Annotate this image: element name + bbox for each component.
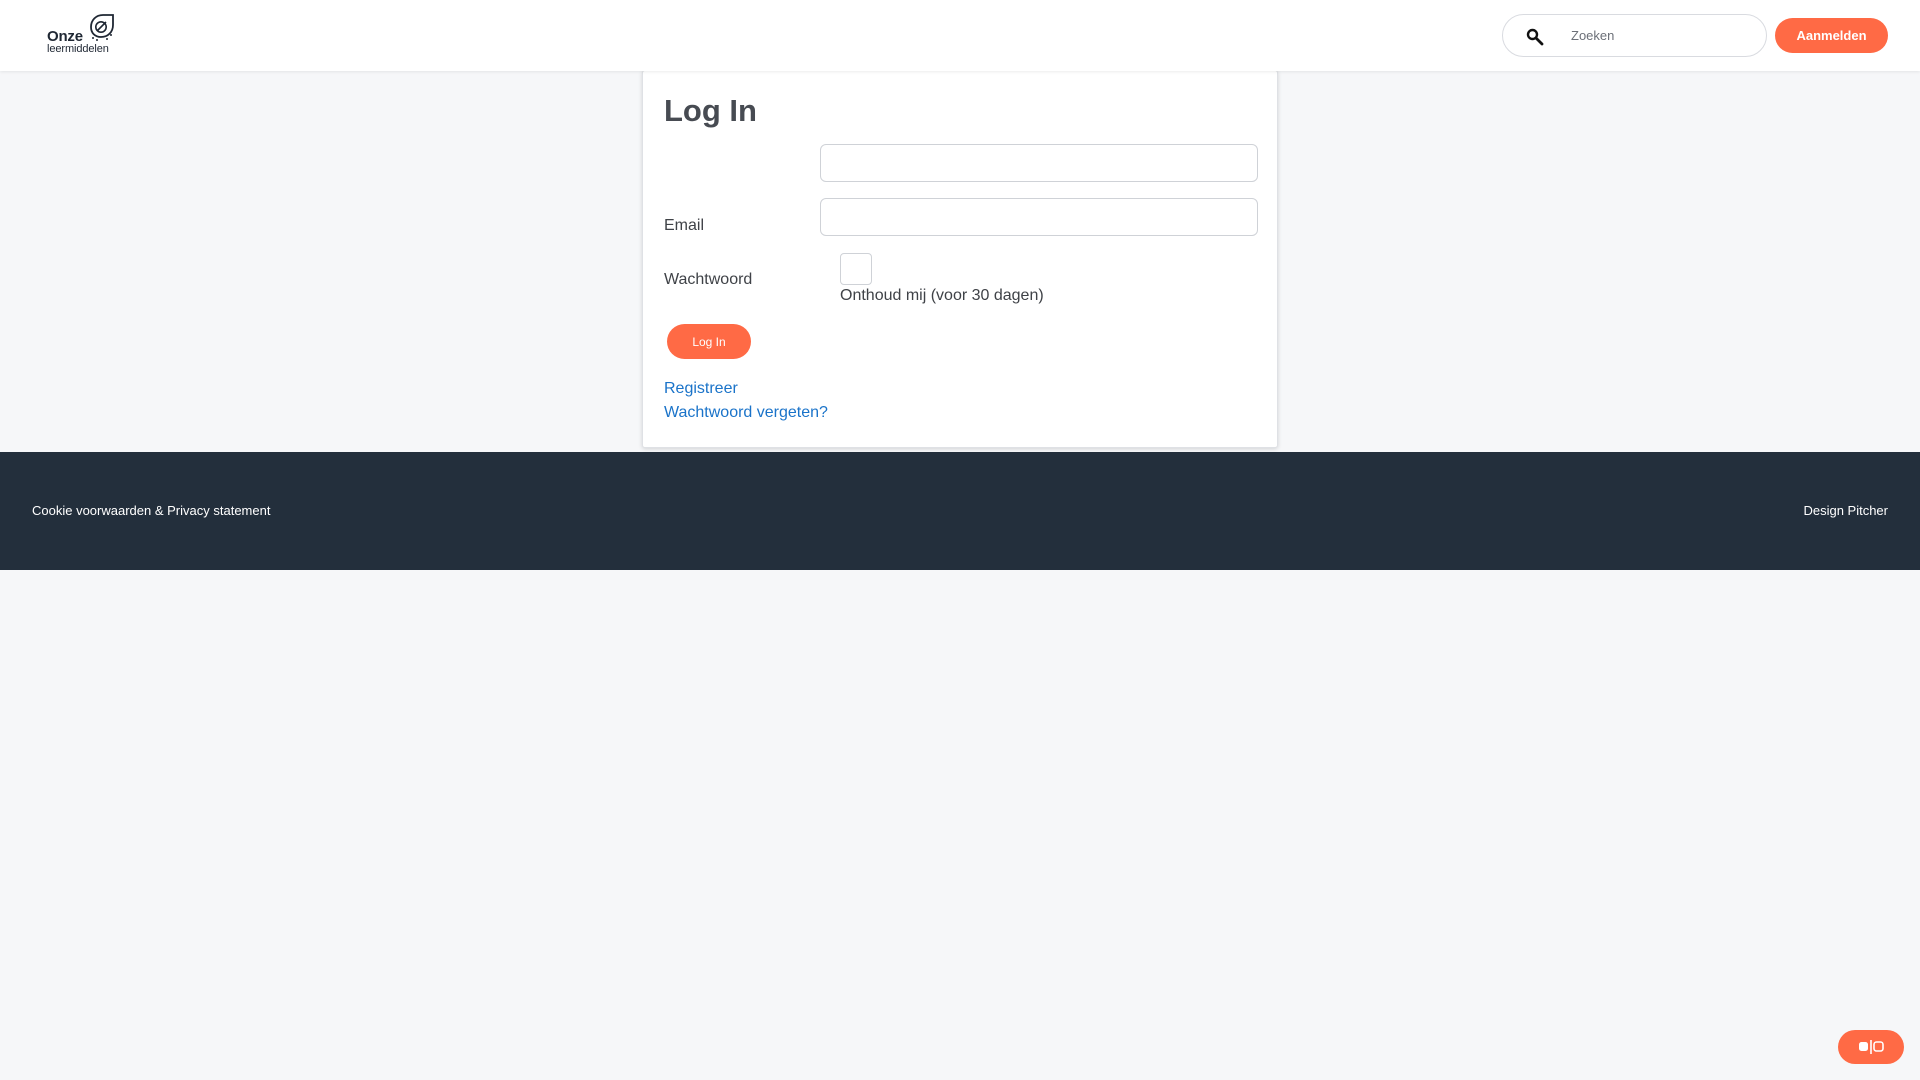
privacy-link[interactable]: Cookie voorwaarden & Privacy statement <box>32 503 270 518</box>
design-credit-link[interactable]: Design Pitcher <box>1803 503 1888 518</box>
email-field[interactable] <box>820 144 1258 182</box>
email-label: Email <box>664 217 705 234</box>
logo-text-secondary: leermiddelen <box>47 43 109 55</box>
signup-button[interactable]: Aanmelden <box>1775 18 1888 53</box>
password-label: Wachtwoord <box>664 271 753 288</box>
toggle-icon <box>1859 1040 1884 1054</box>
remember-me-label: Onthoud mij (voor 30 dagen) <box>840 287 1044 304</box>
register-link[interactable]: Registreer <box>664 380 738 398</box>
remember-me-checkbox[interactable] <box>840 253 872 285</box>
search-icon[interactable] <box>1526 28 1544 46</box>
logo-leaf-icon <box>90 14 114 41</box>
login-button[interactable]: Log In <box>667 324 751 359</box>
search-input[interactable] <box>1571 23 1751 48</box>
site-logo[interactable]: Onze leermiddelen <box>47 12 122 56</box>
forgot-password-link[interactable]: Wachtwoord vergeten? <box>664 404 828 422</box>
page-title: Log In <box>664 93 757 128</box>
password-field[interactable] <box>820 198 1258 236</box>
site-header: Onze leermiddelen Aanmelden <box>0 0 1920 71</box>
floating-toggle-button[interactable] <box>1838 1030 1904 1064</box>
login-card: Log In Email Wachtwoord Onthoud mij (voo… <box>642 70 1278 448</box>
search-box <box>1502 14 1767 57</box>
site-footer: Cookie voorwaarden & Privacy statement D… <box>0 452 1920 570</box>
